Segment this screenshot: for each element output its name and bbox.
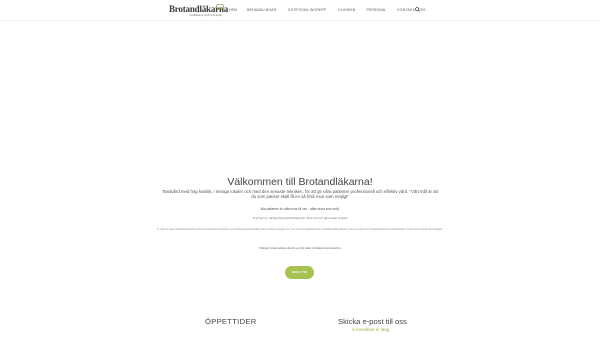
price-info-text: Vi prisar ej, vänligt följ tandvårdsbud …: [252, 216, 348, 220]
nav-item-estetiska-ingrepp[interactable]: Estetiska Ingrepp: [288, 8, 326, 12]
nav-item-personal[interactable]: Personal: [366, 8, 386, 12]
opening-hours-heading: ÖPPETTIDER: [205, 317, 257, 326]
logo-subtitle: Tandläkarna på Brommaplan: [189, 14, 223, 17]
main-nav: Hem Behandlingar Estetiska Ingrepp Klini…: [229, 7, 426, 13]
nav-item-kontakta-oss[interactable]: Kontakta oss: [398, 8, 426, 12]
nav-item-hem[interactable]: Hem: [229, 8, 237, 12]
site-header: Brotandläkarna Tandläkarna på Brommaplan…: [0, 0, 600, 21]
nav-item-behandlingar[interactable]: Behandlingar: [247, 8, 276, 12]
welcome-title: Välkommen till Brotandläkarna!: [227, 176, 373, 188]
site-logo[interactable]: Brotandläkarna Tandläkarna på Brommaplan: [169, 4, 229, 18]
cancellation-notice: Vänligen avboka/omboka din tid i god tid…: [258, 247, 342, 250]
intro-text: Tandvård med hög kvalité, i trivsiga lok…: [162, 189, 438, 200]
services-info-text: Vi utför all slags tandvårdsbehandling s…: [157, 228, 443, 231]
patients-welcome-text: Alla patienter är välkomna till oss - bå…: [260, 207, 340, 211]
search-icon[interactable]: [415, 7, 420, 12]
book-appointment-button[interactable]: Boka tid: [285, 266, 314, 279]
nav-item-kliniken[interactable]: Kliniken: [338, 8, 355, 12]
tooth-logo-icon: [216, 4, 224, 10]
email-heading: Skicka e-post till oss: [338, 317, 407, 326]
email-subtext[interactable]: vi kontaktar er idag: [352, 327, 389, 332]
